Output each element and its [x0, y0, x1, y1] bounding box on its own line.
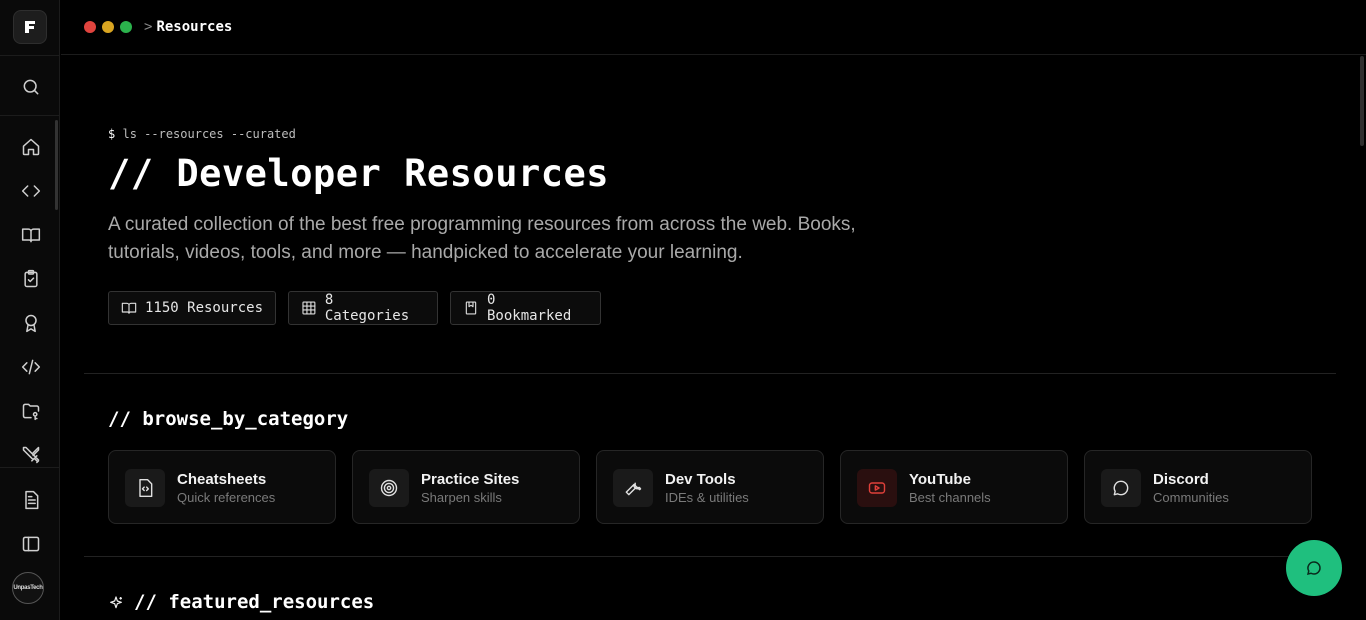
- chat-bubble-icon: [1113, 480, 1129, 496]
- featured-section-title: // featured_resources: [134, 591, 375, 613]
- sidebar-item-achievements[interactable]: [18, 310, 44, 336]
- breadcrumb: > Resources: [144, 19, 232, 35]
- chat-bubble-icon: [1306, 561, 1321, 576]
- sidebar-item-vault[interactable]: [18, 398, 44, 424]
- category-subtitle: IDEs & utilities: [665, 490, 749, 505]
- category-subtitle: Quick references: [177, 490, 276, 505]
- sidebar-item-tasks[interactable]: [18, 266, 44, 292]
- sidebar-divider: [0, 467, 60, 468]
- award-icon: [25, 314, 37, 333]
- category-title: Cheatsheets: [177, 471, 267, 488]
- sidebar: UnpasTech: [0, 0, 60, 620]
- section-divider: [84, 556, 1336, 557]
- stat-resources-label: 1150 Resources: [145, 300, 264, 316]
- topbar: [61, 0, 1366, 55]
- category-icon-box: [613, 469, 653, 507]
- clipboard-check-icon: [24, 269, 38, 288]
- category-icon-box: [857, 469, 897, 507]
- home-icon: [22, 138, 40, 156]
- code-slash-icon: [21, 359, 41, 375]
- command-text: ls --resources --curated: [122, 127, 296, 141]
- sidebar-item-battles[interactable]: [18, 442, 44, 468]
- search-icon: [23, 79, 39, 95]
- window-maximize-dot[interactable]: [120, 21, 132, 33]
- category-subtitle: Best channels: [909, 490, 991, 505]
- category-card-dev-tools[interactable]: Dev Tools IDEs & utilities: [596, 450, 824, 524]
- sidebar-scrollbar[interactable]: [55, 120, 58, 210]
- stat-bookmarked[interactable]: 0 Bookmarked: [450, 291, 601, 325]
- stat-categories: 8 Categories: [288, 291, 438, 325]
- page-title: // Developer Resources: [108, 152, 610, 195]
- stat-categories-label: 8 Categories: [324, 292, 410, 324]
- sidebar-item-code[interactable]: [18, 178, 44, 204]
- grid-icon: [302, 301, 316, 315]
- category-card-discord[interactable]: Discord Communities: [1084, 450, 1312, 524]
- category-card-practice-sites[interactable]: Practice Sites Sharpen skills: [352, 450, 580, 524]
- sidebar-toggle-button[interactable]: [18, 531, 44, 557]
- wrench-icon: [625, 482, 642, 496]
- page-description: A curated collection of the best free pr…: [108, 214, 856, 263]
- main-scrollbar[interactable]: [1360, 56, 1364, 146]
- avatar[interactable]: UnpasTech: [12, 572, 44, 604]
- category-icon-box: [369, 469, 409, 507]
- sparkles-icon: [110, 596, 122, 609]
- breadcrumb-separator: >: [144, 19, 153, 35]
- code-brackets-icon: [21, 185, 41, 197]
- book-open-icon: [21, 228, 41, 243]
- sidebar-item-resources[interactable]: [18, 222, 44, 248]
- panel-icon: [22, 536, 40, 552]
- logo-icon: [25, 21, 35, 33]
- category-card-youtube[interactable]: YouTube Best channels: [840, 450, 1068, 524]
- category-icon-box: [125, 469, 165, 507]
- category-icon-box: [1101, 469, 1141, 507]
- sidebar-item-docs[interactable]: [18, 487, 44, 513]
- target-icon: [380, 479, 398, 497]
- stat-resources: 1150 Resources: [108, 291, 276, 325]
- category-title: Dev Tools: [665, 471, 736, 488]
- sidebar-item-home[interactable]: [18, 134, 44, 160]
- sidebar-divider: [0, 115, 60, 116]
- category-title: Discord: [1153, 471, 1209, 488]
- swords-icon: [22, 446, 40, 464]
- document-icon: [25, 490, 39, 510]
- section-divider: [84, 373, 1336, 374]
- category-subtitle: Communities: [1153, 490, 1229, 505]
- category-subtitle: Sharpen skills: [421, 490, 502, 505]
- bookmark-icon: [465, 301, 477, 315]
- sidebar-search-button[interactable]: [18, 74, 44, 100]
- youtube-icon: [868, 482, 886, 494]
- browse-section-title: // browse_by_category: [108, 408, 349, 430]
- file-code-icon: [139, 478, 153, 498]
- sidebar-item-snippets[interactable]: [18, 354, 44, 380]
- book-open-icon: [121, 302, 137, 314]
- category-card-cheatsheets[interactable]: Cheatsheets Quick references: [108, 450, 336, 524]
- folder-key-icon: [22, 403, 40, 421]
- sidebar-divider: [0, 55, 60, 56]
- stat-bookmarked-label: 0 Bookmarked: [486, 292, 572, 324]
- category-title: Practice Sites: [421, 471, 520, 488]
- category-title: YouTube: [909, 471, 971, 488]
- command-line: $ ls --resources --curated: [108, 127, 296, 141]
- window-close-dot[interactable]: [84, 21, 96, 33]
- window-minimize-dot[interactable]: [102, 21, 114, 33]
- app-logo[interactable]: [13, 10, 47, 44]
- avatar-text: UnpasTech: [13, 585, 43, 591]
- prompt-symbol: $: [108, 127, 116, 141]
- breadcrumb-current: Resources: [156, 19, 233, 35]
- chat-fab-button[interactable]: [1286, 540, 1342, 596]
